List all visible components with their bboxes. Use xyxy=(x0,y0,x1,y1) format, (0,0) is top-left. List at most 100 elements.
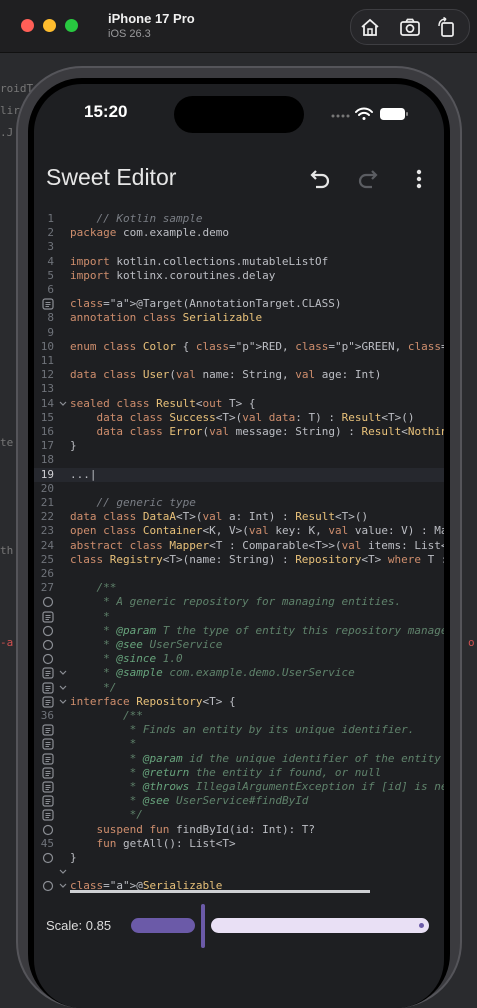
code-line[interactable]: 3 xyxy=(34,240,444,254)
code-line[interactable]: * @param id the unique identifier of the… xyxy=(34,752,444,766)
code-line[interactable]: * @since 1.0 xyxy=(34,652,444,666)
scale-slider-inactive-track[interactable] xyxy=(211,918,429,933)
code-line[interactable]: 36 /** xyxy=(34,709,444,723)
code-line[interactable]: 21 // generic type xyxy=(34,496,444,510)
code-line[interactable]: 4 import kotlin.collections.mutableListOf xyxy=(34,255,444,269)
horizontal-scrollbar[interactable] xyxy=(70,890,370,893)
code-line[interactable]: * @return the entity if found, or null xyxy=(34,766,444,780)
code-line[interactable]: 2 package com.example.demo xyxy=(34,226,444,240)
circle-gutter-icon[interactable] xyxy=(42,824,54,836)
scale-slider-active-track[interactable] xyxy=(131,918,195,933)
doc-gutter-icon[interactable] xyxy=(42,610,54,623)
code-line[interactable]: suspend fun findById(id: Int): T? xyxy=(34,823,444,837)
code-line[interactable]: 10 enum class Color { class="p">RED, clas… xyxy=(34,340,444,354)
code-editor[interactable]: 1 // Kotlin sample 2 package com.example.d… xyxy=(34,210,444,894)
minimize-window-button[interactable] xyxy=(43,19,56,32)
fold-chevron-icon[interactable] xyxy=(58,866,68,878)
code-line[interactable]: 23 open class Container<K, V>(val key: K,… xyxy=(34,524,444,538)
zoom-window-button[interactable] xyxy=(65,19,78,32)
code-line[interactable]: 22 data class DataA<T>(val a: Int) : Resu… xyxy=(34,510,444,524)
code-line[interactable]: 1 // Kotlin sample xyxy=(34,212,444,226)
line-number: 23 xyxy=(40,524,54,538)
fold-chevron-icon[interactable] xyxy=(58,880,68,892)
scale-slider-stop-dot xyxy=(419,923,424,928)
code-line[interactable]: * @throws IllegalArgumentException if [i… xyxy=(34,780,444,794)
code-line[interactable]: 9 xyxy=(34,326,444,340)
code-line[interactable]: * @sample com.example.demo.UserService xyxy=(34,666,444,680)
more-vert-icon[interactable] xyxy=(406,166,432,192)
fold-chevron-icon[interactable] xyxy=(58,398,68,410)
code-line[interactable]: 16 data class Error(val message: String)… xyxy=(34,425,444,439)
doc-gutter-icon[interactable] xyxy=(42,781,54,793)
code-line[interactable]: } xyxy=(34,851,444,865)
code-line[interactable]: 27 /** xyxy=(34,581,444,595)
code-line[interactable]: */ xyxy=(34,808,444,822)
code-line[interactable]: 26 xyxy=(34,567,444,581)
code-text: data class Success<T>(val data: T) : Res… xyxy=(96,410,415,424)
line-number: 27 xyxy=(40,581,54,595)
line-number: 26 xyxy=(40,567,54,580)
doc-gutter-icon[interactable] xyxy=(42,767,54,779)
code-text: // generic type xyxy=(70,496,196,509)
current-code-line[interactable]: 19 ...| xyxy=(34,467,444,482)
code-text: // Kotlin sample xyxy=(70,212,203,225)
line-number: 12 xyxy=(40,368,54,382)
undo-icon[interactable] xyxy=(306,166,332,192)
doc-gutter-icon[interactable] xyxy=(42,696,54,708)
code-line[interactable] xyxy=(34,865,444,879)
code-line[interactable]: 17} xyxy=(34,439,444,453)
code-line[interactable]: 20 xyxy=(34,482,444,496)
scale-slider-thumb[interactable] xyxy=(201,904,205,948)
code-line[interactable]: 5 import kotlinx.coroutines.delay xyxy=(34,269,444,283)
code-line[interactable]: 18 xyxy=(34,453,444,467)
code-line[interactable]: 12 data class User(val name: String, val … xyxy=(34,368,444,382)
redo-icon[interactable] xyxy=(356,166,382,192)
line-number: 20 xyxy=(40,481,54,495)
code-text: suspend fun findById(id: Int): T? xyxy=(96,822,316,836)
code-line[interactable]: 45 fun getAll(): List<T> xyxy=(34,837,444,851)
code-line[interactable]: * xyxy=(34,737,444,751)
fold-chevron-icon[interactable] xyxy=(58,682,68,694)
circle-gutter-icon[interactable] xyxy=(42,639,54,651)
fold-chevron-icon[interactable] xyxy=(58,696,68,708)
circle-gutter-icon[interactable] xyxy=(42,653,54,665)
circle-gutter-icon[interactable] xyxy=(42,880,54,892)
code-line[interactable]: interface Repository<T> { xyxy=(34,695,444,709)
fold-chevron-icon[interactable] xyxy=(58,667,68,679)
code-text: import kotlinx.coroutines.delay xyxy=(70,268,276,282)
home-icon[interactable] xyxy=(359,17,381,37)
code-line[interactable]: class="a">@Target(AnnotationTarget.CLASS… xyxy=(34,297,444,311)
circle-gutter-icon[interactable] xyxy=(42,852,54,864)
code-line[interactable]: 13 xyxy=(34,382,444,396)
circle-gutter-icon[interactable] xyxy=(42,625,54,637)
doc-gutter-icon[interactable] xyxy=(42,752,54,765)
code-line[interactable]: * @see UserService xyxy=(34,638,444,652)
code-line[interactable]: */ xyxy=(34,681,444,695)
doc-gutter-icon[interactable] xyxy=(42,298,54,310)
code-line[interactable]: * xyxy=(34,610,444,624)
code-line[interactable]: 15 data class Success<T>(val data: T) : … xyxy=(34,411,444,425)
doc-gutter-icon[interactable] xyxy=(42,738,54,750)
code-line[interactable]: 25 class Registry<T>(name: String) : Repo… xyxy=(34,553,444,567)
code-line[interactable]: 14 sealed class Result<out T> { xyxy=(34,397,444,411)
code-line[interactable]: 8 annotation class Serializable xyxy=(34,311,444,325)
doc-gutter-icon[interactable] xyxy=(42,809,54,821)
code-line[interactable]: * Finds an entity by its unique identifi… xyxy=(34,723,444,737)
close-window-button[interactable] xyxy=(21,19,34,32)
code-text: * @throws IllegalArgumentException if [i… xyxy=(70,780,444,793)
code-line[interactable]: * @param T the type of entity this repos… xyxy=(34,624,444,638)
code-line[interactable]: 6 xyxy=(34,283,444,297)
code-line[interactable]: 24 abstract class Mapper<T : Comparable<T… xyxy=(34,539,444,553)
doc-gutter-icon[interactable] xyxy=(42,724,54,736)
code-line[interactable]: * @see UserService#findById xyxy=(34,794,444,808)
rotate-icon[interactable] xyxy=(435,17,457,37)
doc-gutter-icon[interactable] xyxy=(42,795,54,807)
screenshot-icon[interactable] xyxy=(399,17,421,37)
code-text: class Registry<T>(name: String) : Reposi… xyxy=(70,552,444,566)
code-line[interactable]: * A generic repository for managing enti… xyxy=(34,595,444,609)
line-number: 1 xyxy=(47,212,54,225)
doc-gutter-icon[interactable] xyxy=(42,667,54,679)
doc-gutter-icon[interactable] xyxy=(42,681,54,694)
circle-gutter-icon[interactable] xyxy=(42,596,54,608)
code-line[interactable]: 11 xyxy=(34,354,444,368)
